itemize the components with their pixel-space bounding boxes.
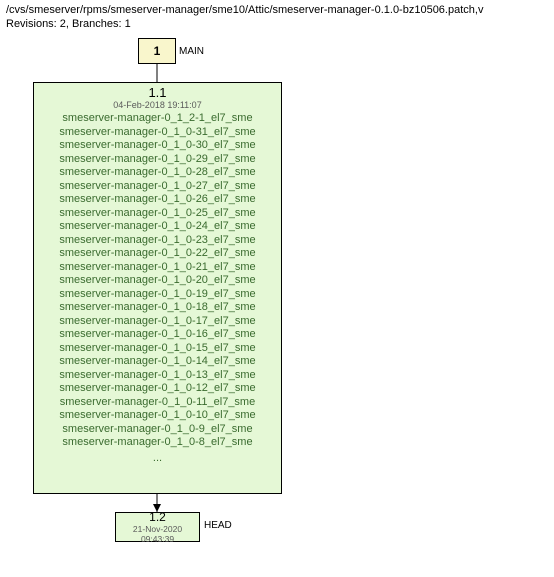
tag-item: smeserver-manager-0_1_0-9_el7_sme [34,423,281,437]
tag-list: smeserver-manager-0_1_2-1_el7_smesmeserv… [34,112,281,450]
graph-canvas: 1 MAIN 1.1 04-Feb-2018 19:11:07 smeserve… [0,34,554,534]
tag-item: smeserver-manager-0_1_0-26_el7_sme [34,193,281,207]
branch-number: 1 [154,44,161,58]
revision-date-2: 21-Nov-2020 09:43:39 [116,524,199,544]
branch-label-main: MAIN [179,46,204,57]
tag-item: smeserver-manager-0_1_0-18_el7_sme [34,301,281,315]
tag-item: smeserver-manager-0_1_0-14_el7_sme [34,355,281,369]
head-label: HEAD [204,520,232,531]
tag-item: smeserver-manager-0_1_0-21_el7_sme [34,261,281,275]
branch-box-main: 1 [138,38,176,64]
tag-item: smeserver-manager-0_1_0-20_el7_sme [34,274,281,288]
tag-item: smeserver-manager-0_1_0-16_el7_sme [34,328,281,342]
tag-item: smeserver-manager-0_1_0-13_el7_sme [34,369,281,383]
tag-item: smeserver-manager-0_1_0-19_el7_sme [34,288,281,302]
tag-item: smeserver-manager-0_1_0-10_el7_sme [34,409,281,423]
tag-item: smeserver-manager-0_1_0-31_el7_sme [34,126,281,140]
tag-item: smeserver-manager-0_1_0-27_el7_sme [34,180,281,194]
tag-item: smeserver-manager-0_1_0-11_el7_sme [34,396,281,410]
revisions-summary: Revisions: 2, Branches: 1 [0,18,554,34]
revision-number-2: 1.2 [149,510,166,524]
tag-item: smeserver-manager-0_1_0-30_el7_sme [34,139,281,153]
tag-item: smeserver-manager-0_1_0-23_el7_sme [34,234,281,248]
revision-date: 04-Feb-2018 19:11:07 [34,100,281,110]
tag-item: smeserver-manager-0_1_2-1_el7_sme [34,112,281,126]
tag-item: smeserver-manager-0_1_0-24_el7_sme [34,220,281,234]
tag-item: smeserver-manager-0_1_0-25_el7_sme [34,207,281,221]
tag-item: smeserver-manager-0_1_0-22_el7_sme [34,247,281,261]
ellipsis-icon: ... [34,452,281,464]
revision-number: 1.1 [34,85,281,100]
tag-item: smeserver-manager-0_1_0-29_el7_sme [34,153,281,167]
tag-item: smeserver-manager-0_1_0-15_el7_sme [34,342,281,356]
tag-item: smeserver-manager-0_1_0-8_el7_sme [34,436,281,450]
file-path: /cvs/smeserver/rpms/smeserver-manager/sm… [0,0,554,18]
tag-item: smeserver-manager-0_1_0-28_el7_sme [34,166,281,180]
revision-box-1-1: 1.1 04-Feb-2018 19:11:07 smeserver-manag… [33,82,282,494]
tag-item: smeserver-manager-0_1_0-17_el7_sme [34,315,281,329]
revision-box-1-2: 1.2 21-Nov-2020 09:43:39 [115,512,200,542]
tag-item: smeserver-manager-0_1_0-12_el7_sme [34,382,281,396]
